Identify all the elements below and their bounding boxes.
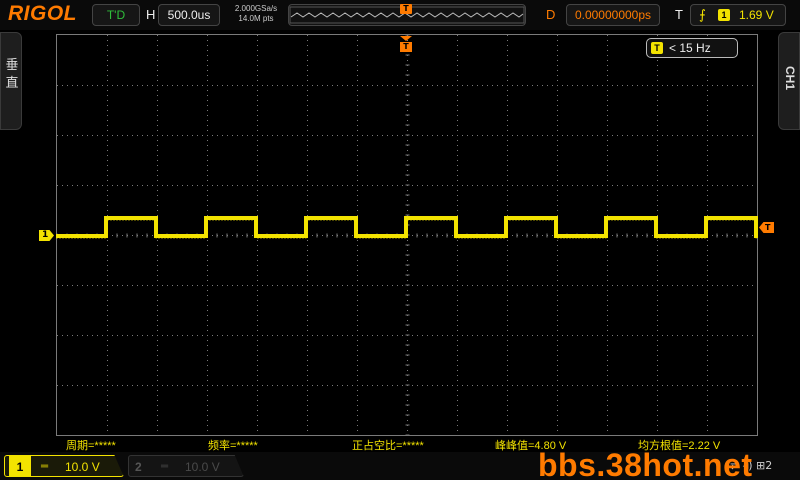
- trigger-settings[interactable]: ⨍ 1 1.69 V: [690, 4, 786, 26]
- ch1-number: 1: [9, 456, 31, 476]
- trigger-tag-icon: T: [651, 42, 663, 54]
- ch2-number: 2: [135, 460, 142, 474]
- ch1-offset-marker[interactable]: 1: [39, 230, 54, 241]
- ch2-scale: 10.0 V: [185, 460, 220, 474]
- top-status-bar: RIGOL T'D H 500.0us 2.000GSa/s 14.0M pts…: [0, 0, 800, 30]
- ch2-settings[interactable]: 2 ═ 10.0 V: [128, 455, 244, 477]
- delay-value[interactable]: 0.00000000ps: [566, 4, 660, 26]
- delay-label: D: [546, 7, 556, 22]
- ch1-waveform: [56, 216, 758, 238]
- frequency-value: < 15 Hz: [669, 41, 711, 55]
- measurement-duty-cycle[interactable]: 正占空比=*****: [352, 437, 424, 453]
- trigger-label: T: [675, 7, 683, 22]
- trigger-level: 1.69 V: [739, 8, 774, 22]
- watermark-text: bbs.38hot.net: [538, 447, 753, 480]
- rising-edge-icon: ⨍: [699, 7, 706, 22]
- ch1-scale: 10.0 V: [65, 460, 100, 474]
- measurement-frequency[interactable]: 频率=*****: [208, 437, 258, 453]
- trigger-source: 1: [718, 9, 730, 21]
- frequency-counter[interactable]: T < 15 Hz: [646, 38, 738, 58]
- ch1-menu-label: CH1: [783, 65, 797, 90]
- dc-coupling-icon: ═: [161, 461, 169, 472]
- trigger-level-marker[interactable]: T: [759, 222, 774, 233]
- brand-logo: RIGOL: [8, 2, 77, 25]
- timebase-label: H: [146, 7, 156, 22]
- ch1-settings[interactable]: 1 ═ 10.0 V: [4, 455, 124, 477]
- dc-coupling-icon: ═: [41, 461, 49, 472]
- timebase-value[interactable]: 500.0us: [158, 4, 220, 26]
- vertical-menu-label: 垂直: [5, 58, 19, 91]
- sample-rate: 2.000GSa/s: [234, 4, 278, 13]
- trigger-position-marker[interactable]: T: [400, 36, 412, 52]
- graticule: [56, 34, 758, 436]
- vertical-menu-tab[interactable]: 垂直: [0, 32, 22, 130]
- ch1-menu-tab[interactable]: CH1: [778, 32, 800, 130]
- run-state-indicator[interactable]: T'D: [92, 4, 140, 26]
- memory-trigger-marker: T: [400, 4, 412, 14]
- sample-info: 2.000GSa/s 14.0M pts: [228, 4, 284, 24]
- memory-depth: 14.0M pts: [238, 14, 274, 23]
- waveform-display[interactable]: [56, 34, 758, 436]
- measurement-period[interactable]: 周期=*****: [66, 437, 116, 453]
